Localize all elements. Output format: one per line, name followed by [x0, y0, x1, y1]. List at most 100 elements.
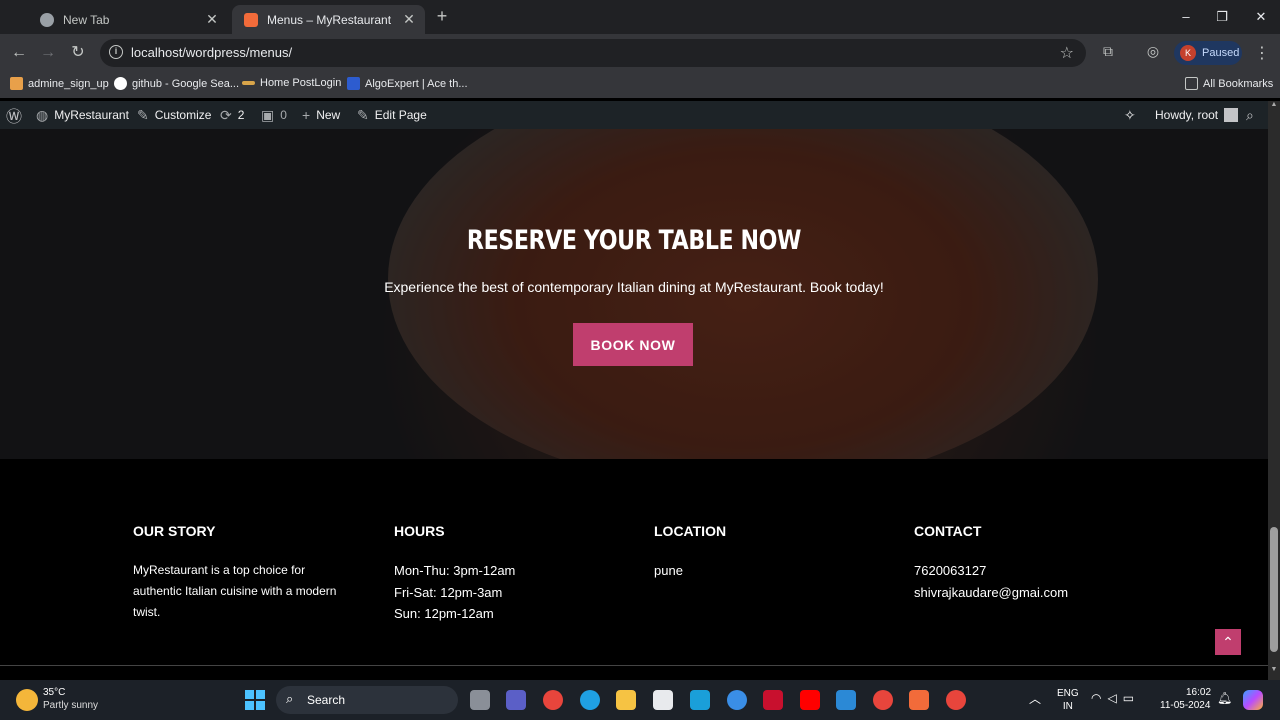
footer-line: MyRestaurant is a top choice for	[133, 563, 306, 577]
browser-app-icon[interactable]	[727, 690, 747, 710]
xampp-icon[interactable]	[909, 690, 929, 710]
footer-line: Mon-Thu: 3pm-12am	[394, 563, 516, 578]
extensions-icon[interactable]: ⧉	[1099, 43, 1117, 61]
footer-location: LOCATION pune	[654, 523, 726, 582]
system-tray-icons[interactable]: ◠◁▭	[1091, 691, 1140, 705]
chrome-profile-icon[interactable]	[946, 690, 966, 710]
admin-site-name[interactable]: ◍ MyRestaurant	[36, 101, 129, 129]
address-bar[interactable]: i localhost/wordpress/menus/ ☆	[100, 39, 1086, 67]
admin-edit-page[interactable]: ✎ Edit Page	[357, 101, 427, 129]
bookmark-star-icon[interactable]: ☆	[1060, 43, 1074, 63]
bookmark-label: AlgoExpert | Ace th...	[365, 77, 468, 90]
tab-new-tab[interactable]: New Tab ✕	[28, 5, 228, 34]
folder-icon	[1185, 77, 1198, 90]
menu-icon[interactable]: ⋮	[1254, 43, 1270, 63]
tab-menus[interactable]: Menus – MyRestaurant ✕	[232, 5, 425, 34]
bookmark-item[interactable]: Home PostLogin	[242, 77, 341, 89]
language-indicator[interactable]: ENG IN	[1057, 687, 1079, 713]
close-icon[interactable]: ✕	[399, 11, 419, 28]
scrollbar-thumb[interactable]	[1270, 527, 1278, 652]
start-button[interactable]	[245, 690, 265, 710]
region-code: IN	[1062, 701, 1073, 712]
bookmark-label: admine_sign_up	[28, 77, 109, 90]
site-info-icon[interactable]: i	[109, 45, 123, 59]
all-bookmarks[interactable]: All Bookmarks	[1185, 77, 1273, 90]
taskbar-search[interactable]: ⌕ Search	[276, 686, 458, 714]
footer-hours: HOURS Mon-Thu: 3pm-12am Fri-Sat: 12pm-3a…	[394, 523, 515, 625]
wifi-icon[interactable]: ◠	[1091, 691, 1107, 705]
bookmark-item[interactable]: admine_sign_up	[10, 77, 109, 90]
footer-line: pune	[654, 563, 683, 578]
vscode-icon[interactable]	[836, 690, 856, 710]
microsoft-store-icon[interactable]	[653, 690, 673, 710]
browser-toolbar: ← → ↻ i localhost/wordpress/menus/ ☆ ⧉ ◎…	[0, 34, 1280, 71]
profile-status: Paused	[1202, 47, 1240, 59]
search-icon: ⌕	[286, 691, 294, 706]
book-now-button[interactable]: BOOK NOW	[573, 323, 693, 366]
bookmark-label: Home PostLogin	[260, 77, 342, 89]
admin-updates[interactable]: ⟳ 2	[220, 101, 244, 129]
admin-customize[interactable]: ✎ Customize	[137, 101, 211, 129]
chrome-icon	[40, 12, 54, 27]
new-tab-button[interactable]: +	[432, 6, 452, 26]
bookmark-favicon-icon	[242, 81, 255, 85]
wp-admin-bar: Ⓦ ◍ MyRestaurant ✎ Customize ⟳ 2 ▣ 0 + N…	[0, 101, 1268, 129]
new-label: New	[316, 108, 341, 122]
footer-heading: OUR STORY	[133, 523, 216, 539]
copilot-icon[interactable]	[1243, 690, 1263, 710]
bookmark-label: github - Google Sea...	[132, 77, 240, 90]
footer-heading: LOCATION	[654, 523, 727, 539]
youtube-icon[interactable]	[800, 690, 820, 710]
contact-email[interactable]: shivrajkaudare@gmai.com	[914, 582, 1068, 604]
teams-icon[interactable]	[506, 690, 526, 710]
browser-tab-bar: New Tab ✕ Menus – MyRestaurant ✕ + – ❐ ✕	[0, 0, 1280, 34]
weather-description[interactable]: Partly sunny	[43, 700, 98, 711]
edge-icon[interactable]	[580, 690, 600, 710]
url-text: localhost/wordpress/menus/	[131, 45, 293, 60]
language-code: ENG	[1057, 688, 1079, 699]
edit-page-label: Edit Page	[374, 108, 427, 122]
wordpress-logo-icon[interactable]: Ⓦ	[6, 101, 28, 129]
tab-title: New Tab	[63, 12, 110, 27]
admin-account[interactable]: Howdy, root	[1155, 101, 1239, 129]
profile-button[interactable]: K Paused	[1174, 41, 1242, 65]
chrome-icon[interactable]	[543, 690, 563, 710]
admin-new[interactable]: + New	[302, 101, 340, 129]
bookmark-item[interactable]: github - Google Sea...	[114, 77, 239, 90]
mcafee-icon[interactable]	[763, 690, 783, 710]
avatar	[1224, 108, 1239, 122]
admin-comments[interactable]: ▣ 0	[261, 101, 287, 129]
window-close-button[interactable]: ✕	[1251, 8, 1271, 26]
clock-date[interactable]: 11-05-2024	[1160, 700, 1210, 711]
minimize-button[interactable]: –	[1176, 8, 1196, 26]
scroll-down-arrow-icon[interactable]: ▼	[1268, 666, 1280, 680]
bookmark-item[interactable]: AlgoExpert | Ace th...	[347, 77, 468, 90]
close-icon[interactable]: ✕	[202, 11, 222, 28]
search-icon[interactable]: ⌕	[1246, 101, 1260, 129]
weather-temperature[interactable]: 35°C	[43, 687, 65, 698]
scroll-to-top-button[interactable]: ⌃	[1215, 629, 1241, 655]
avatar: K	[1180, 45, 1196, 61]
volume-icon[interactable]: ◁	[1107, 691, 1122, 705]
search-label: Search	[307, 693, 346, 707]
performance-icon[interactable]: ◎	[1144, 43, 1162, 61]
battery-icon[interactable]: ▭	[1123, 691, 1140, 705]
chevron-up-icon[interactable]: ︿	[1029, 690, 1041, 707]
mysql-workbench-icon[interactable]	[690, 690, 710, 710]
weather-icon[interactable]	[16, 689, 38, 711]
chrome-icon[interactable]	[873, 690, 893, 710]
google-icon	[114, 77, 127, 90]
contact-phone[interactable]: 7620063127	[914, 560, 1068, 582]
forward-button[interactable]: →	[37, 42, 59, 64]
back-button[interactable]: ←	[8, 42, 30, 64]
file-explorer-icon[interactable]	[616, 690, 636, 710]
footer-heading: CONTACT	[914, 523, 982, 539]
task-view-icon[interactable]	[470, 690, 490, 710]
maximize-button[interactable]: ❐	[1212, 8, 1232, 26]
ai-sparkle-icon[interactable]: ✧	[1124, 101, 1142, 129]
clock-time[interactable]: 16:02	[1186, 687, 1211, 698]
reload-button[interactable]: ↻	[67, 42, 89, 64]
bookmark-favicon-icon	[10, 77, 23, 90]
scroll-up-arrow-icon[interactable]: ▲	[1268, 101, 1280, 115]
notification-bell-icon[interactable]: 🔔︎	[1217, 691, 1232, 705]
